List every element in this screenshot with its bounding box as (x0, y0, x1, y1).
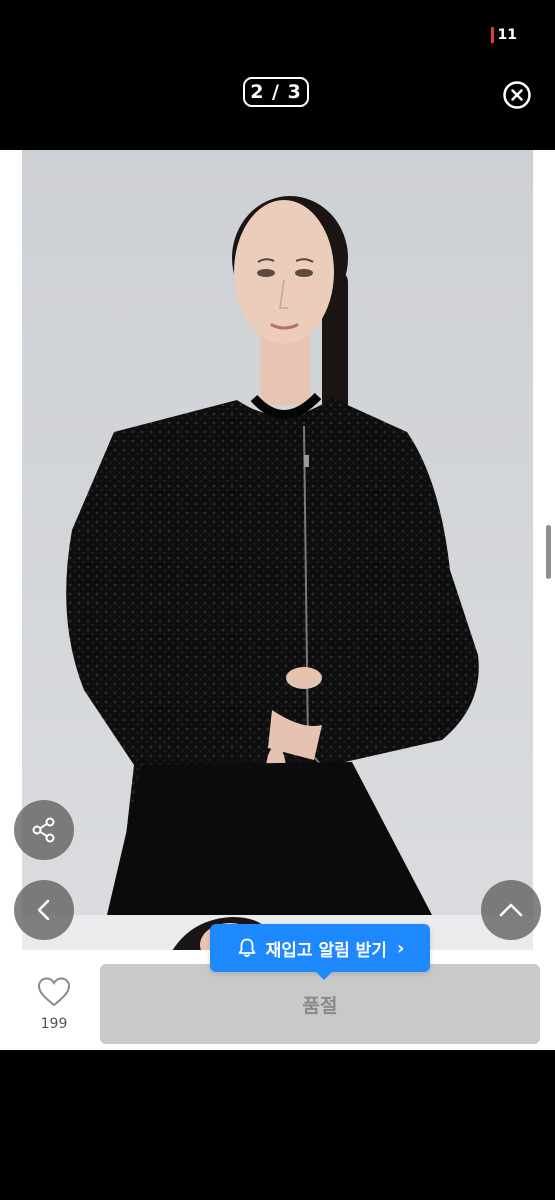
like-count: 199 (40, 1016, 68, 1032)
like-button[interactable]: 199 (22, 974, 86, 1034)
bell-icon (236, 937, 258, 959)
battery-level-text: 11 (497, 27, 517, 43)
product-detail-page (0, 150, 555, 1050)
page-counter: 2 / 3 (243, 77, 309, 107)
battery-indicator: 11 (490, 26, 517, 44)
previous-image-button[interactable] (14, 880, 74, 940)
share-icon (32, 817, 55, 843)
scroll-to-top-button[interactable] (481, 880, 541, 940)
model-photo (22, 150, 533, 915)
chevron-right-icon: › (396, 937, 405, 959)
close-button[interactable] (502, 80, 532, 110)
chevron-up-icon (499, 903, 523, 917)
restock-alert-button[interactable]: 재입고 알림 받기 › (210, 924, 430, 980)
battery-level-bar (490, 27, 494, 43)
share-button[interactable] (14, 800, 74, 860)
close-circle-icon (503, 81, 531, 109)
heart-icon (37, 977, 71, 1007)
status-bar: 11 (0, 0, 555, 60)
chevron-left-icon (37, 899, 50, 921)
restock-alert-label: 재입고 알림 받기 (265, 940, 387, 961)
scroll-indicator[interactable] (546, 525, 551, 579)
image-viewer-header: 2 / 3 (0, 60, 555, 150)
product-image[interactable] (22, 150, 533, 915)
